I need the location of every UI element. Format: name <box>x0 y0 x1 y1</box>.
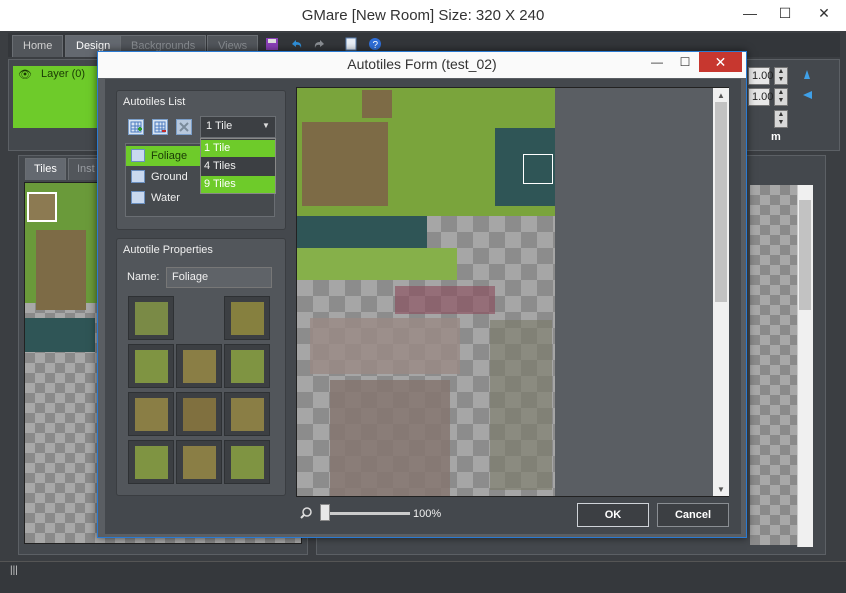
grip-icon: ||| <box>10 565 18 576</box>
autotiles-list-title: Autotiles List <box>123 96 186 108</box>
room-prop-field-2[interactable]: 1.00 <box>748 88 773 106</box>
maximize-button[interactable]: ☐ <box>770 0 800 26</box>
svg-text:?: ? <box>373 40 379 51</box>
zoom-slider-track[interactable] <box>320 512 410 515</box>
cancel-button[interactable]: Cancel <box>657 503 729 527</box>
zoom-slider-handle[interactable] <box>320 504 330 521</box>
autotile-icon <box>131 170 145 183</box>
minimize-button[interactable]: — <box>735 0 765 26</box>
eye-icon[interactable]: 👁 <box>18 68 32 81</box>
remove-autotile-icon[interactable] <box>152 119 168 135</box>
scroll-up-icon[interactable]: ▲ <box>717 91 725 100</box>
autotile-cell[interactable] <box>128 344 174 388</box>
save-icon[interactable] <box>264 36 280 52</box>
spinner-icon[interactable]: ▲ ▼ <box>774 67 788 85</box>
tileset-dirt-small <box>362 90 392 118</box>
tileset-dirt-area <box>36 230 86 310</box>
tab-tiles[interactable]: Tiles <box>25 158 66 180</box>
dialog-maximize-button[interactable]: ☐ <box>671 52 699 72</box>
help-icon[interactable]: ? <box>367 36 383 52</box>
autotile-cell[interactable] <box>224 392 270 436</box>
tileset-logs <box>310 318 460 374</box>
preview-scroll-thumb[interactable] <box>715 102 727 302</box>
preview-selection[interactable] <box>523 154 553 184</box>
redo-icon[interactable] <box>312 36 328 52</box>
align-left-icon[interactable] <box>800 88 814 102</box>
ok-button[interactable]: OK <box>577 503 649 527</box>
close-button[interactable]: ✕ <box>803 0 845 26</box>
notes-icon[interactable] <box>343 36 359 52</box>
align-top-icon[interactable] <box>800 67 814 81</box>
dropdown-option-1-tile[interactable]: 1 Tile <box>201 140 275 157</box>
autotile-cell[interactable] <box>176 392 222 436</box>
tab-home[interactable]: Home <box>12 35 64 57</box>
zoom-label: 100% <box>413 508 442 520</box>
autotile-properties-title: Autotile Properties <box>123 244 213 256</box>
tileset-tree <box>330 380 450 496</box>
tileset-plants <box>395 286 495 314</box>
tile-selection[interactable] <box>27 192 57 222</box>
autotile-icon <box>131 149 145 162</box>
preview-empty-area <box>555 88 713 496</box>
autotile-cell[interactable] <box>224 440 270 484</box>
zoom-icon <box>300 507 312 519</box>
undo-icon[interactable] <box>288 36 304 52</box>
partial-label: m <box>771 131 781 143</box>
dialog-close-button[interactable]: ✕ <box>699 52 742 72</box>
autotile-cell[interactable] <box>224 344 270 388</box>
autotile-cell[interactable] <box>128 392 174 436</box>
window-title: GMare [New Room] Size: 320 X 240 <box>301 7 545 24</box>
room-prop-field-1[interactable]: 1.00 <box>748 67 773 85</box>
name-field[interactable]: Foliage <box>166 267 272 288</box>
add-autotile-icon[interactable] <box>128 119 144 135</box>
clear-autotile-icon[interactable] <box>176 119 192 135</box>
tileset-water-strip <box>297 216 427 248</box>
name-label: Name: <box>127 271 160 283</box>
dropdown-option-9-tiles[interactable]: 9 Tiles <box>201 176 275 193</box>
autotile-cell[interactable] <box>176 440 222 484</box>
dialog-minimize-button[interactable]: — <box>643 52 671 72</box>
autotile-icon <box>131 191 145 204</box>
dropdown-option-4-tiles[interactable]: 4 Tiles <box>201 158 275 175</box>
tileset-branches <box>490 320 552 490</box>
tileset-water-area <box>25 318 95 352</box>
autotile-cell[interactable] <box>128 296 174 340</box>
autotile-cell[interactable] <box>128 440 174 484</box>
spinner-icon[interactable]: ▲ ▼ <box>774 88 788 106</box>
room-scroll-thumb[interactable] <box>799 200 811 310</box>
tileset-grass-strip <box>297 248 457 280</box>
chevron-down-icon[interactable]: ▼ <box>262 121 270 130</box>
scroll-down-icon[interactable]: ▼ <box>717 485 725 494</box>
window-titlebar: GMare [New Room] Size: 320 X 240 — ☐ ✕ <box>0 0 846 31</box>
autotile-cell[interactable] <box>224 296 270 340</box>
spinner-icon[interactable]: ▲ ▼ <box>774 110 788 128</box>
tileset-dirt <box>302 122 388 206</box>
autotile-cell[interactable] <box>176 344 222 388</box>
layer-list-bg <box>13 84 101 128</box>
status-bar <box>0 561 846 593</box>
